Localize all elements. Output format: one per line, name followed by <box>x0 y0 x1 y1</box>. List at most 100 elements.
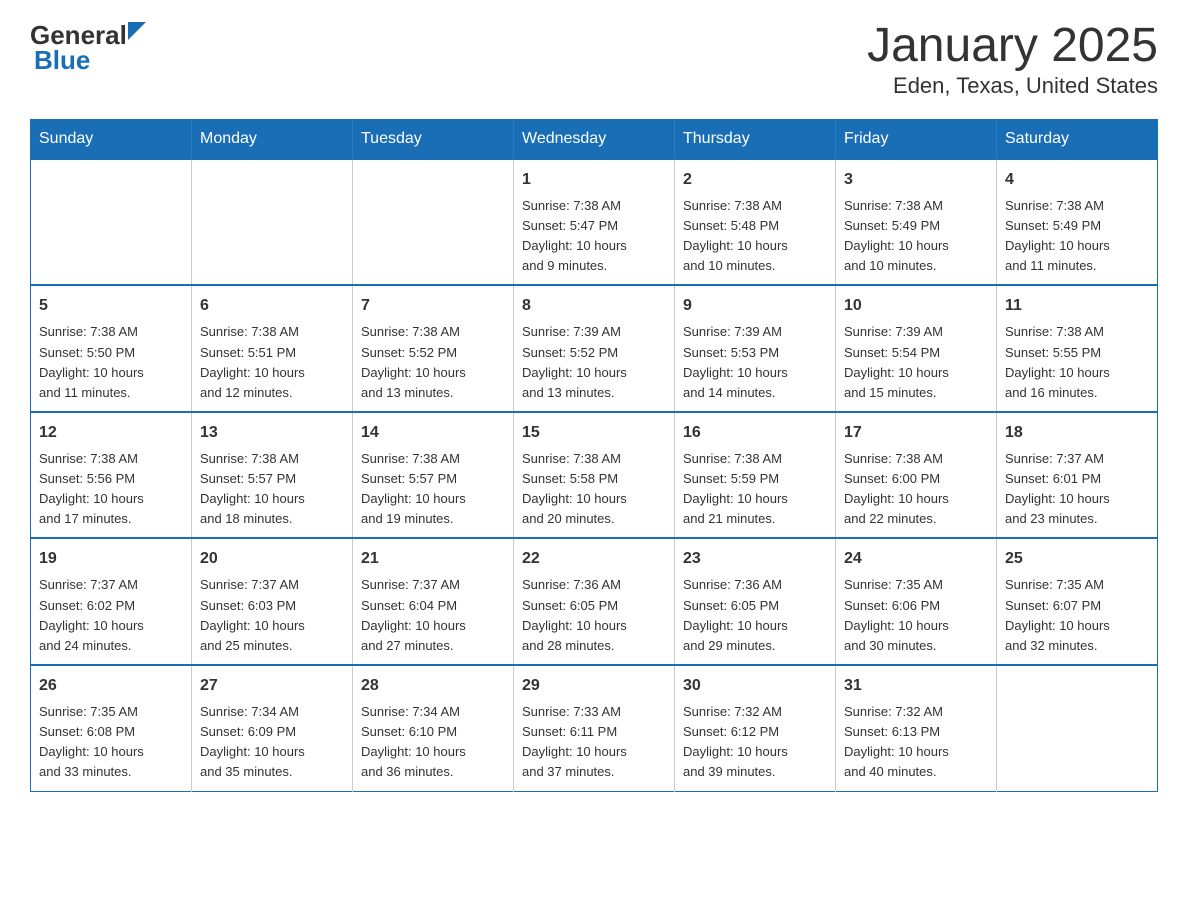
day-info: Sunrise: 7:38 AM Sunset: 5:48 PM Dayligh… <box>683 196 827 277</box>
calendar-week-row: 26Sunrise: 7:35 AM Sunset: 6:08 PM Dayli… <box>31 665 1158 791</box>
day-info: Sunrise: 7:37 AM Sunset: 6:02 PM Dayligh… <box>39 575 183 656</box>
day-number: 8 <box>522 294 666 318</box>
header-day-tuesday: Tuesday <box>353 119 514 159</box>
day-number: 14 <box>361 421 505 445</box>
day-number: 17 <box>844 421 988 445</box>
calendar-week-row: 12 Sunrise: 7:38 AM Sunset: 5:56 PM Dayli… <box>31 412 1158 539</box>
day-info: Sunrise: 7:32 AM Sunset: 6:12 PM Dayligh… <box>683 702 827 783</box>
day-info: Sunrise: 7:38 AM Sunset: 5:47 PM Dayligh… <box>522 196 666 277</box>
day-number: 22 <box>522 547 666 571</box>
calendar-day-11: 11Sunrise: 7:38 AM Sunset: 5:55 PM Dayli… <box>997 285 1158 412</box>
calendar-day-16: 16 Sunrise: 7:38 AM Sunset: 5:59 PM Dayli… <box>675 412 836 539</box>
page-title: January 2025 <box>867 20 1158 73</box>
day-number: 10 <box>844 294 988 318</box>
day-info: Sunrise: 7:38 AM Sunset: 5:55 PM Dayligh… <box>1005 322 1149 403</box>
day-number: 7 <box>361 294 505 318</box>
day-info: Sunrise: 7:37 AM Sunset: 6:03 PM Dayligh… <box>200 575 344 656</box>
header-day-friday: Friday <box>836 119 997 159</box>
empty-cell <box>192 159 353 286</box>
calendar-day-9: 9Sunrise: 7:39 AM Sunset: 5:53 PM Daylig… <box>675 285 836 412</box>
day-number: 29 <box>522 674 666 698</box>
page-header: General Blue January 2025 Eden, Texas, U… <box>30 20 1158 99</box>
day-number: 27 <box>200 674 344 698</box>
day-number: 2 <box>683 168 827 192</box>
header-day-saturday: Saturday <box>997 119 1158 159</box>
day-info: Sunrise: 7:38 AM Sunset: 5:49 PM Dayligh… <box>844 196 988 277</box>
calendar-day-8: 8 Sunrise: 7:39 AM Sunset: 5:52 PM Daylig… <box>514 285 675 412</box>
calendar-day-4: 4 Sunrise: 7:38 AM Sunset: 5:49 PM Daylig… <box>997 159 1158 286</box>
day-info: Sunrise: 7:32 AM Sunset: 6:13 PM Dayligh… <box>844 702 988 783</box>
header-day-wednesday: Wednesday <box>514 119 675 159</box>
day-info: Sunrise: 7:38 AM Sunset: 6:00 PM Dayligh… <box>844 449 988 530</box>
calendar-day-24: 24 Sunrise: 7:35 AM Sunset: 6:06 PM Dayli… <box>836 538 997 665</box>
day-number: 28 <box>361 674 505 698</box>
day-info: Sunrise: 7:35 AM Sunset: 6:06 PM Dayligh… <box>844 575 988 656</box>
day-number: 3 <box>844 168 988 192</box>
day-info: Sunrise: 7:38 AM Sunset: 5:51 PM Dayligh… <box>200 322 344 403</box>
day-number: 18 <box>1005 421 1149 445</box>
calendar-day-1: 1 Sunrise: 7:38 AM Sunset: 5:47 PM Daylig… <box>514 159 675 286</box>
empty-cell <box>31 159 192 286</box>
day-info: Sunrise: 7:36 AM Sunset: 6:05 PM Dayligh… <box>522 575 666 656</box>
calendar-day-13: 13 Sunrise: 7:38 AM Sunset: 5:57 PM Dayli… <box>192 412 353 539</box>
day-info: Sunrise: 7:37 AM Sunset: 6:04 PM Dayligh… <box>361 575 505 656</box>
day-info: Sunrise: 7:38 AM Sunset: 5:57 PM Dayligh… <box>200 449 344 530</box>
calendar-day-17: 17 Sunrise: 7:38 AM Sunset: 6:00 PM Dayli… <box>836 412 997 539</box>
calendar-day-23: 23 Sunrise: 7:36 AM Sunset: 6:05 PM Dayli… <box>675 538 836 665</box>
logo-triangle-icon <box>128 22 146 40</box>
calendar-day-2: 2 Sunrise: 7:38 AM Sunset: 5:48 PM Daylig… <box>675 159 836 286</box>
day-info: Sunrise: 7:38 AM Sunset: 5:57 PM Dayligh… <box>361 449 505 530</box>
day-number: 19 <box>39 547 183 571</box>
empty-cell <box>997 665 1158 791</box>
day-number: 16 <box>683 421 827 445</box>
day-info: Sunrise: 7:34 AM Sunset: 6:09 PM Dayligh… <box>200 702 344 783</box>
title-block: January 2025 Eden, Texas, United States <box>867 20 1158 99</box>
day-info: Sunrise: 7:36 AM Sunset: 6:05 PM Dayligh… <box>683 575 827 656</box>
day-info: Sunrise: 7:39 AM Sunset: 5:52 PM Dayligh… <box>522 322 666 403</box>
logo: General Blue <box>30 20 146 76</box>
day-number: 1 <box>522 168 666 192</box>
day-number: 12 <box>39 421 183 445</box>
day-info: Sunrise: 7:38 AM Sunset: 5:58 PM Dayligh… <box>522 449 666 530</box>
calendar-day-26: 26Sunrise: 7:35 AM Sunset: 6:08 PM Dayli… <box>31 665 192 791</box>
day-info: Sunrise: 7:38 AM Sunset: 5:52 PM Dayligh… <box>361 322 505 403</box>
day-number: 24 <box>844 547 988 571</box>
header-day-thursday: Thursday <box>675 119 836 159</box>
calendar-day-30: 30Sunrise: 7:32 AM Sunset: 6:12 PM Dayli… <box>675 665 836 791</box>
day-info: Sunrise: 7:38 AM Sunset: 5:56 PM Dayligh… <box>39 449 183 530</box>
page-subtitle: Eden, Texas, United States <box>867 73 1158 99</box>
calendar-table: SundayMondayTuesdayWednesdayThursdayFrid… <box>30 119 1158 792</box>
calendar-day-3: 3 Sunrise: 7:38 AM Sunset: 5:49 PM Daylig… <box>836 159 997 286</box>
calendar-day-25: 25Sunrise: 7:35 AM Sunset: 6:07 PM Dayli… <box>997 538 1158 665</box>
day-info: Sunrise: 7:37 AM Sunset: 6:01 PM Dayligh… <box>1005 449 1149 530</box>
day-number: 20 <box>200 547 344 571</box>
calendar-day-12: 12 Sunrise: 7:38 AM Sunset: 5:56 PM Dayli… <box>31 412 192 539</box>
calendar-week-row: 1 Sunrise: 7:38 AM Sunset: 5:47 PM Daylig… <box>31 159 1158 286</box>
calendar-week-row: 19 Sunrise: 7:37 AM Sunset: 6:02 PM Dayli… <box>31 538 1158 665</box>
day-number: 15 <box>522 421 666 445</box>
day-number: 23 <box>683 547 827 571</box>
calendar-day-19: 19 Sunrise: 7:37 AM Sunset: 6:02 PM Dayli… <box>31 538 192 665</box>
day-number: 5 <box>39 294 183 318</box>
day-info: Sunrise: 7:35 AM Sunset: 6:07 PM Dayligh… <box>1005 575 1149 656</box>
header-day-monday: Monday <box>192 119 353 159</box>
calendar-day-6: 6Sunrise: 7:38 AM Sunset: 5:51 PM Daylig… <box>192 285 353 412</box>
day-number: 9 <box>683 294 827 318</box>
day-info: Sunrise: 7:38 AM Sunset: 5:59 PM Dayligh… <box>683 449 827 530</box>
day-info: Sunrise: 7:33 AM Sunset: 6:11 PM Dayligh… <box>522 702 666 783</box>
calendar-day-7: 7 Sunrise: 7:38 AM Sunset: 5:52 PM Daylig… <box>353 285 514 412</box>
calendar-day-18: 18 Sunrise: 7:37 AM Sunset: 6:01 PM Dayli… <box>997 412 1158 539</box>
calendar-day-27: 27 Sunrise: 7:34 AM Sunset: 6:09 PM Dayli… <box>192 665 353 791</box>
day-number: 21 <box>361 547 505 571</box>
day-info: Sunrise: 7:38 AM Sunset: 5:49 PM Dayligh… <box>1005 196 1149 277</box>
day-number: 4 <box>1005 168 1149 192</box>
calendar-day-5: 5 Sunrise: 7:38 AM Sunset: 5:50 PM Daylig… <box>31 285 192 412</box>
calendar-day-14: 14 Sunrise: 7:38 AM Sunset: 5:57 PM Dayli… <box>353 412 514 539</box>
calendar-day-10: 10 Sunrise: 7:39 AM Sunset: 5:54 PM Dayli… <box>836 285 997 412</box>
day-number: 13 <box>200 421 344 445</box>
calendar-day-22: 22 Sunrise: 7:36 AM Sunset: 6:05 PM Dayli… <box>514 538 675 665</box>
day-info: Sunrise: 7:39 AM Sunset: 5:54 PM Dayligh… <box>844 322 988 403</box>
calendar-day-29: 29 Sunrise: 7:33 AM Sunset: 6:11 PM Dayli… <box>514 665 675 791</box>
day-info: Sunrise: 7:38 AM Sunset: 5:50 PM Dayligh… <box>39 322 183 403</box>
calendar-day-31: 31Sunrise: 7:32 AM Sunset: 6:13 PM Dayli… <box>836 665 997 791</box>
